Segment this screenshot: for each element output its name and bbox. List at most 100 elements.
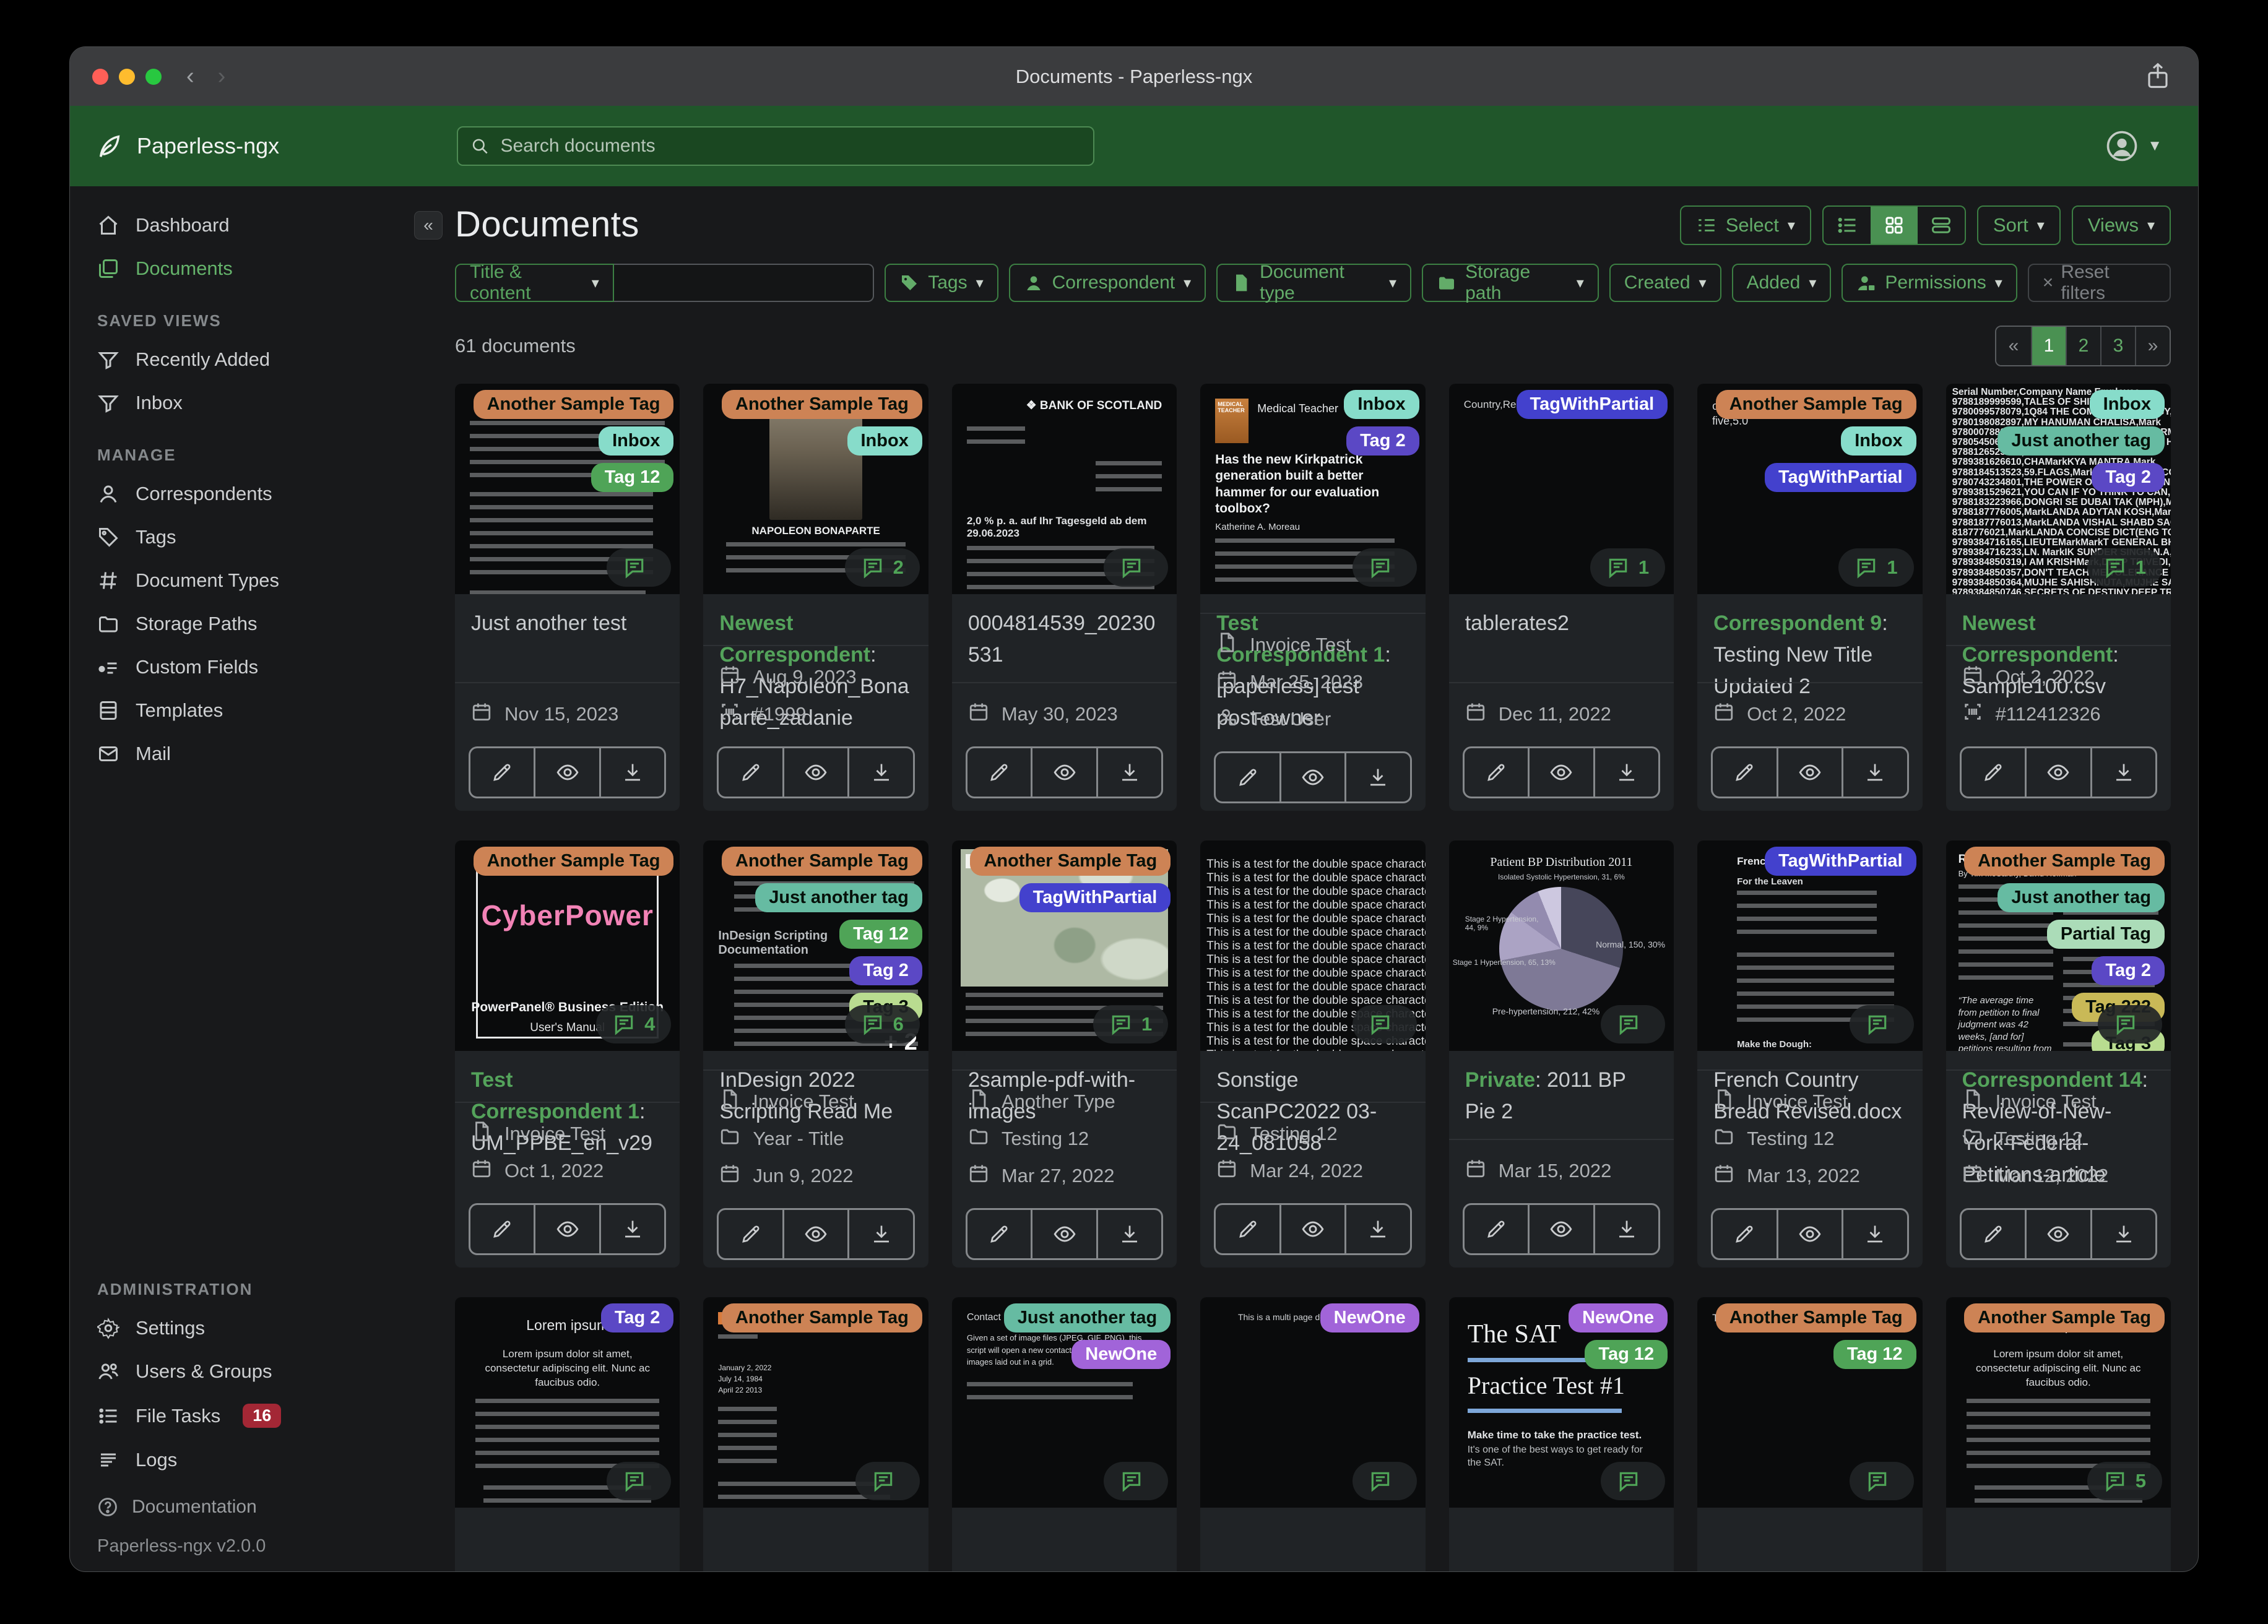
document-title[interactable]: Private: 2011 BP Pie 2 — [1465, 1065, 1658, 1128]
select-button[interactable]: Select ▾ — [1679, 205, 1811, 245]
edit-button[interactable] — [1713, 1210, 1776, 1258]
sidebar-item-tags[interactable]: Tags — [70, 516, 428, 559]
created-filter-button[interactable]: Created ▾ — [1609, 264, 1721, 302]
comment-count-badge[interactable]: 1 — [1093, 1005, 1169, 1043]
tag-pill[interactable]: Another Sample Tag — [722, 1303, 922, 1332]
sidebar-item-templates[interactable]: Templates — [70, 689, 428, 732]
sidebar-item-mail[interactable]: Mail — [70, 732, 428, 775]
document-card[interactable]: This is a test for the double space char… — [1200, 840, 1426, 1268]
sidebar-item-custom-fields[interactable]: Custom Fields — [70, 646, 428, 689]
documentation-link[interactable]: Documentation — [97, 1488, 415, 1526]
edit-button[interactable] — [1216, 1205, 1279, 1253]
pagination-page-3[interactable]: 3 — [2100, 327, 2135, 365]
edit-button[interactable] — [967, 1210, 1031, 1258]
tag-pill[interactable]: NewOne — [1320, 1303, 1419, 1332]
sidebar-item-documents[interactable]: Documents — [70, 247, 428, 290]
search-input[interactable] — [499, 135, 1081, 157]
edit-button[interactable] — [1962, 748, 2025, 797]
document-thumbnail[interactable]: NAPOLEON BONAPARTE Another Sample Tag Inb… — [703, 384, 928, 594]
document-thumbnail[interactable]: This is a multi page document. Page 1. N… — [1200, 1297, 1426, 1508]
view-button[interactable] — [782, 1210, 847, 1258]
edit-button[interactable] — [1216, 753, 1279, 801]
comment-count-badge[interactable] — [1849, 1462, 1914, 1500]
download-button[interactable] — [1842, 1210, 1907, 1258]
edit-button[interactable] — [967, 748, 1031, 797]
document-thumbnail[interactable]: one,1.0five,5.0 Another Sample TagInboxT… — [1697, 384, 1923, 594]
document-card[interactable]: Serial Number,Company Name,Employee 97881… — [1946, 384, 2171, 811]
tag-pill[interactable]: Just another tag — [1003, 1303, 1171, 1332]
document-card[interactable]: Review of Arbitral AwardsBy Tim McCarthy… — [1946, 840, 2171, 1268]
detail-view-button[interactable] — [1918, 207, 1965, 244]
pagination-prev[interactable]: « — [1996, 327, 2031, 365]
tag-pill[interactable]: Tag 12 — [1585, 1340, 1668, 1369]
tag-pill[interactable]: Another Sample Tag — [970, 847, 1171, 876]
document-card[interactable]: The SAT Practice Test #1 Make time to take… — [1448, 1297, 1674, 1571]
view-button[interactable] — [1031, 748, 1096, 797]
document-card[interactable]: NAPOLEON BONAPARTE Another Sample Tag Inb… — [703, 384, 928, 811]
tag-pill[interactable]: TagWithPartial — [1764, 847, 1916, 876]
comment-count-badge[interactable] — [2097, 1005, 2162, 1043]
tag-pill[interactable]: Tag 2 — [849, 956, 922, 985]
download-button[interactable] — [1344, 1205, 1409, 1253]
sidebar-item-file-tasks[interactable]: File Tasks 16 — [70, 1393, 428, 1438]
sidebar-item-settings[interactable]: Settings — [70, 1307, 428, 1350]
added-filter-button[interactable]: Added ▾ — [1731, 264, 1832, 302]
document-card[interactable]: ❖ BANK OF SCOTLAND 2,0 % p. a. auf Ihr Ta… — [951, 384, 1177, 811]
tag-pill[interactable]: Partial Tag — [2046, 920, 2165, 949]
tag-pill[interactable]: Another Sample Tag — [722, 390, 922, 419]
view-button[interactable] — [1279, 753, 1344, 801]
comment-count-badge[interactable]: 1 — [2087, 548, 2162, 587]
sort-button[interactable]: Sort ▾ — [1976, 205, 2061, 245]
document-thumbnail[interactable]: MEDICAL TEACHER Medical Teacher Has the ne… — [1200, 384, 1426, 594]
document-thumbnail[interactable]: Contact Sheet DemoGiven a set of image f… — [951, 1297, 1177, 1508]
document-card[interactable]: Lorem ipsumLorem ipsum dolor sit amet, c… — [1946, 1297, 2171, 1571]
download-button[interactable] — [1842, 748, 1907, 797]
document-card[interactable]: Patient BP Distribution 2011 Isolated Sys… — [1448, 840, 1674, 1268]
document-card[interactable]: Adobe Acrobat PDF FilesCupcake ipsum Ano… — [455, 384, 680, 811]
tag-pill[interactable]: Tag 12 — [839, 920, 922, 949]
comment-count-badge[interactable] — [1104, 548, 1169, 587]
correspondent-link[interactable]: Correspondent 9 — [1713, 611, 1882, 635]
tag-pill[interactable]: Tag 2 — [2092, 956, 2165, 985]
document-card[interactable]: Boundary Waters Trip Another Sample TagT… — [951, 840, 1177, 1268]
download-button[interactable] — [1344, 753, 1409, 801]
edit-button[interactable] — [719, 748, 782, 797]
document-card[interactable]: This is a test Another Sample TagTag 12 — [1697, 1297, 1923, 1571]
document-card[interactable]: Lorem ipsumLorem ipsum dolor sit amet, c… — [455, 1297, 680, 1571]
tag-pill[interactable]: TagWithPartial — [1764, 463, 1916, 492]
document-thumbnail[interactable]: Country,Region/State, TagWithPartial 1 — [1448, 384, 1674, 594]
user-menu[interactable]: ▼ — [2105, 129, 2162, 163]
permissions-filter-button[interactable]: Permissions ▾ — [1842, 264, 2017, 302]
tag-pill[interactable]: Another Sample Tag — [1964, 1303, 2165, 1332]
document-card[interactable]: This is a multi page document. Page 1. N… — [1200, 1297, 1426, 1571]
sidebar-item-users-groups[interactable]: Users & Groups — [70, 1350, 428, 1393]
document-thumbnail[interactable]: Boundary Waters Trip Another Sample TagT… — [951, 840, 1177, 1051]
document-card[interactable]: Country,Region/State, TagWithPartial 1 t… — [1448, 384, 1674, 811]
document-thumbnail[interactable]: This is a test for the double space char… — [1200, 840, 1426, 1051]
edit-button[interactable] — [1962, 1210, 2025, 1258]
tags-filter-button[interactable]: Tags ▾ — [885, 264, 998, 302]
view-button[interactable] — [1776, 748, 1842, 797]
sidebar-item-inbox[interactable]: Inbox — [70, 381, 428, 425]
tag-pill[interactable]: Tag 2 — [1346, 426, 1419, 456]
view-button[interactable] — [2025, 1210, 2090, 1258]
correspondent-link[interactable]: Private — [1465, 1068, 1535, 1092]
sidebar-item-storage-paths[interactable]: Storage Paths — [70, 602, 428, 646]
view-button[interactable] — [1528, 1205, 1593, 1253]
edit-button[interactable] — [1713, 748, 1776, 797]
document-card[interactable]: Test NameJanuary 2, 2022July 14, 1984Apr… — [703, 1297, 928, 1571]
tag-pill[interactable]: Just another tag — [1997, 426, 2165, 456]
document-title[interactable]: 0004814539_20230531 — [968, 608, 1161, 671]
tag-pill[interactable]: TagWithPartial — [1019, 883, 1171, 912]
tag-pill[interactable]: Just another tag — [1997, 883, 2165, 912]
edit-button[interactable] — [470, 1205, 534, 1253]
comment-count-badge[interactable]: 1 — [1590, 548, 1666, 587]
document-type-filter-button[interactable]: Document type ▾ — [1216, 262, 1412, 303]
tag-pill[interactable]: Inbox — [1344, 390, 1419, 419]
edit-button[interactable] — [470, 748, 534, 797]
document-card[interactable]: MEDICAL TEACHER Medical Teacher Has the ne… — [1200, 384, 1426, 811]
document-thumbnail[interactable]: Lorem ipsumLorem ipsum dolor sit amet, c… — [1946, 1297, 2171, 1508]
pagination-page-1[interactable]: 1 — [2031, 327, 2066, 365]
comment-count-badge[interactable] — [1601, 1462, 1666, 1500]
download-button[interactable] — [1593, 748, 1658, 797]
